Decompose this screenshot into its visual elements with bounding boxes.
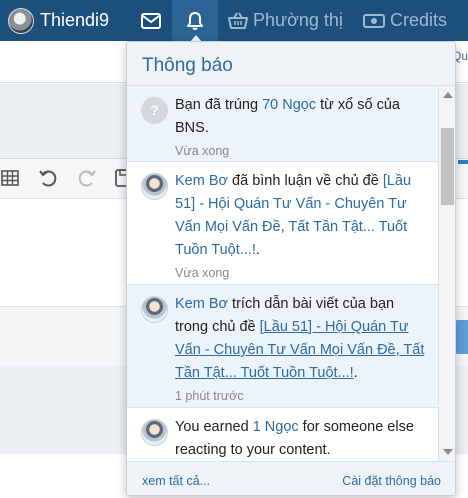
scrollbar[interactable] <box>438 86 455 461</box>
credits-label: Credits <box>390 10 448 30</box>
popup-header: Thông báo <box>127 42 455 86</box>
popup-title: Thông báo <box>142 55 233 76</box>
notification-item[interactable]: ? Bạn đã trúng 70 Ngọc từ xổ số của BNS.… <box>127 86 438 162</box>
notification-text: Kem Bơ trích dẫn bài viết của bạn trong … <box>175 296 425 381</box>
reward-link[interactable]: 70 Ngọc <box>262 97 316 113</box>
user-avatar[interactable] <box>141 419 168 446</box>
credits-link[interactable]: Credits <box>363 0 447 41</box>
notification-item[interactable]: Kem Bơ đã bình luận về chủ đề [Lầu 51] -… <box>127 162 438 285</box>
notification-text: Bạn đã trúng 70 Ngọc từ xổ số của BNS. <box>175 97 400 136</box>
table-icon[interactable] <box>0 167 22 189</box>
notification-text: You earned 1 Ngọc for someone else react… <box>175 419 414 458</box>
bell-icon <box>187 11 203 30</box>
question-avatar: ? <box>141 97 168 124</box>
user-menu[interactable]: Thiendi9 <box>8 0 109 41</box>
background-accent <box>458 160 468 164</box>
basket-icon <box>228 11 248 29</box>
username: Thiendi9 <box>40 10 110 30</box>
mail-icon <box>141 12 161 29</box>
reward-link[interactable]: 1 Ngọc <box>253 419 299 435</box>
top-nav-bar: Thiendi9 Phường thị Credits <box>0 0 468 42</box>
popup-footer: xem tất cả... Cài đặt thông báo <box>127 461 455 495</box>
user-avatar[interactable] <box>141 296 168 323</box>
user-avatar <box>8 7 34 34</box>
user-link[interactable]: Kem Bơ <box>175 296 228 312</box>
undo-icon[interactable] <box>37 167 59 189</box>
notifications-popup: Thông báo ? Bạn đã trúng 70 Ngọc từ xổ s… <box>126 41 456 496</box>
background-submit-button[interactable] <box>454 320 468 354</box>
notification-text: Kem Bơ đã bình luận về chủ đề [Lầu 51] -… <box>175 173 412 258</box>
see-all-link[interactable]: xem tất cả... <box>142 474 210 488</box>
mail-button[interactable] <box>133 0 169 41</box>
scroll-up-arrow-icon[interactable] <box>443 92 453 98</box>
user-avatar[interactable] <box>141 173 168 200</box>
scrollbar-thumb[interactable] <box>441 128 454 205</box>
money-icon <box>363 13 385 28</box>
notification-time: Vừa xong <box>175 144 230 158</box>
redo-icon[interactable] <box>76 167 98 189</box>
user-link[interactable]: Kem Bơ <box>175 173 228 189</box>
notification-settings-link[interactable]: Cài đặt thông báo <box>342 474 441 488</box>
scroll-down-arrow-icon[interactable] <box>443 449 453 455</box>
notifications-button[interactable] <box>172 0 218 42</box>
shop-link[interactable]: Phường thị <box>228 0 343 41</box>
notification-time: Vừa xong <box>175 266 230 280</box>
shop-label: Phường thị <box>253 10 343 30</box>
notification-time: 1 phút trước <box>175 389 244 403</box>
notification-item[interactable]: You earned 1 Ngọc for someone else react… <box>127 408 438 461</box>
notification-list: ? Bạn đã trúng 70 Ngọc từ xổ số của BNS.… <box>127 86 438 461</box>
notification-item[interactable]: Kem Bơ trích dẫn bài viết của bạn trong … <box>127 285 438 408</box>
